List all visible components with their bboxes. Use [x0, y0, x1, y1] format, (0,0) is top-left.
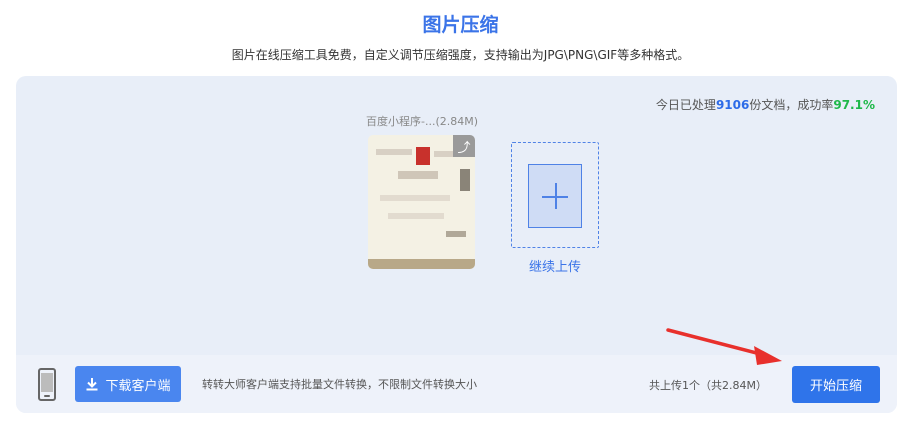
bottom-bar: 下载客户端 转转大师客户端支持批量文件转换，不限制文件转换大小 共上传1个（共2… [16, 355, 897, 413]
page-title: 图片压缩 [422, 14, 499, 36]
file-thumbnail[interactable]: ⤴ [368, 135, 475, 269]
processed-count: 9106 [715, 98, 750, 112]
start-compress-button[interactable]: 开始压缩 [792, 366, 880, 403]
compress-panel: 今日已处理9106份文档，成功率97.1% 百度小程序-...(2.84M) ⤴… [16, 76, 897, 413]
success-rate: 97.1% [833, 98, 875, 112]
processing-stats: 今日已处理9106份文档，成功率97.1% [656, 96, 875, 113]
download-client-button[interactable]: 下载客户端 [75, 366, 181, 402]
plus-icon [528, 164, 582, 228]
upload-count: 共上传1个（共2.84M） [649, 379, 767, 392]
phone-icon [38, 368, 56, 401]
download-icon [86, 378, 98, 391]
stats-prefix: 今日已处理 [655, 98, 716, 112]
swap-icon[interactable]: ⤴ [453, 135, 475, 157]
client-tip: 转转大师客户端支持批量文件转换，不限制文件转换大小 [202, 378, 477, 391]
page-subtitle: 图片在线压缩工具免费，自定义调节压缩强度，支持输出为JPG\PNG\GIF等多种… [231, 48, 690, 62]
stats-middle: 份文档，成功率 [749, 98, 834, 112]
continue-upload-link[interactable]: 继续上传 [511, 256, 599, 275]
file-name: 百度小程序-...(2.84M) [366, 115, 479, 128]
continue-upload-box[interactable] [511, 142, 599, 248]
download-client-label: 下载客户端 [105, 378, 171, 394]
